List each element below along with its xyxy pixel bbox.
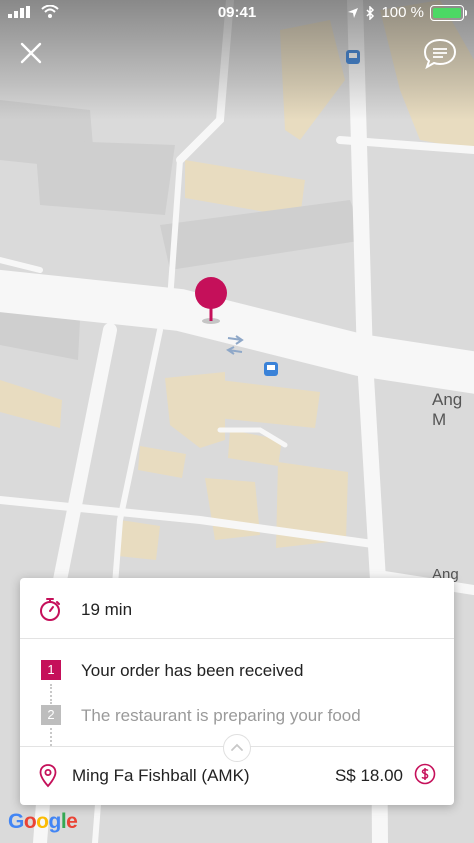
close-button[interactable]	[14, 36, 48, 70]
restaurant-name: Ming Fa Fishball (AMK)	[72, 766, 250, 785]
restaurant-row[interactable]: Ming Fa Fishball (AMK) S$ 18.00	[20, 747, 454, 805]
stopwatch-icon	[40, 598, 60, 621]
step-connector	[50, 728, 52, 746]
dollar-icon	[414, 763, 436, 785]
restaurant-map-pin[interactable]	[192, 276, 230, 326]
chat-button[interactable]	[422, 36, 458, 70]
battery-level	[433, 7, 461, 18]
step-number: 2	[41, 705, 61, 725]
chat-icon	[423, 38, 457, 70]
eta-text: 19 min	[81, 600, 133, 619]
battery-percent: 100 %	[381, 4, 424, 21]
location-arrow-icon	[348, 7, 359, 18]
order-step: 1 Your order has been received	[20, 660, 454, 684]
location-pin-icon	[39, 764, 57, 788]
bluetooth-icon	[366, 5, 375, 20]
order-price: S$ 18.00	[334, 766, 403, 785]
eta-row: 19 min	[20, 578, 454, 639]
step-label: The restaurant is preparing your food	[81, 706, 361, 725]
order-status-card: 19 min 1 Your order has been received 2 …	[20, 578, 454, 805]
road-label: Ang M	[432, 390, 463, 429]
battery-icon	[430, 4, 467, 21]
step-connector	[50, 684, 52, 704]
step-label: Your order has been received	[81, 661, 304, 680]
status-bar: 09:41 100 %	[0, 0, 474, 26]
status-right: 100 %	[347, 4, 467, 21]
map-pin-icon	[195, 277, 227, 324]
google-logo: Google	[8, 810, 78, 833]
order-step: 2 The restaurant is preparing your food	[20, 705, 454, 729]
close-icon	[20, 42, 42, 64]
step-number: 1	[41, 660, 61, 680]
